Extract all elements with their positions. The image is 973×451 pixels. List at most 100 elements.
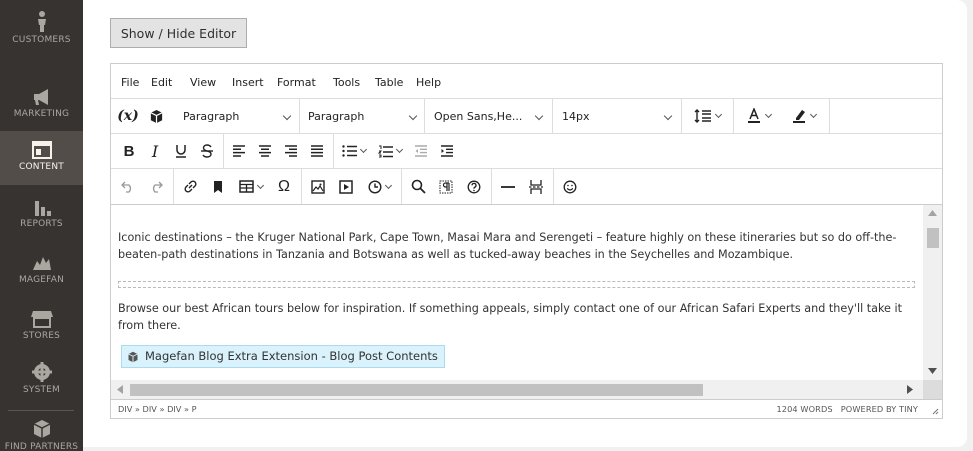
scroll-up-arrow-icon[interactable]: [928, 210, 937, 216]
chevron-down-icon: [764, 110, 772, 119]
menu-table[interactable]: Table: [375, 76, 403, 89]
undo-icon: [121, 181, 132, 193]
megaphone-icon: [33, 89, 48, 105]
special-character-button[interactable]: Ω: [271, 169, 297, 204]
align-right-button[interactable]: [279, 134, 303, 168]
nav-item-stores[interactable]: STORES: [0, 310, 83, 341]
strikethrough-icon: [201, 144, 213, 158]
background-color-button[interactable]: [781, 99, 825, 133]
store-icon: [30, 311, 53, 328]
nav-item-reports[interactable]: REPORTS: [0, 198, 83, 229]
nav-item-marketing[interactable]: MARKETING: [0, 88, 83, 119]
align-justify-button[interactable]: [305, 134, 329, 168]
text-color-icon: [747, 108, 760, 123]
insert-image-button[interactable]: [305, 169, 331, 204]
search-icon: [411, 179, 426, 194]
menu-edit[interactable]: Edit: [151, 76, 172, 89]
menu-tools[interactable]: Tools: [333, 76, 360, 89]
line-height-icon: [694, 109, 711, 123]
chevron-down-icon: [408, 111, 418, 121]
indent-icon: [441, 145, 453, 157]
underline-button[interactable]: [169, 134, 193, 168]
undo-button[interactable]: [115, 169, 141, 204]
style-format-select[interactable]: Paragraph: [300, 99, 423, 133]
resize-grip-icon[interactable]: [931, 407, 939, 415]
content-card: Show / Hide Editor File Edit View Insert…: [83, 0, 967, 447]
scroll-left-arrow-icon[interactable]: [117, 385, 123, 394]
font-size-select[interactable]: 14px: [554, 99, 679, 133]
powered-by-link[interactable]: POWERED BY TINY: [841, 404, 918, 414]
toolbar-separator: [333, 134, 334, 168]
word-count: 1204 WORDS: [776, 404, 833, 414]
menu-help[interactable]: Help: [416, 76, 441, 89]
content-paragraph: Browse our best African tours below for …: [118, 302, 902, 332]
wysiwyg-editor: File Edit View Insert Format Tools Table…: [110, 63, 943, 419]
link-icon: [183, 180, 197, 193]
menu-format[interactable]: Format: [277, 76, 316, 89]
menu-view[interactable]: View: [190, 76, 216, 89]
line-height-button[interactable]: [685, 99, 729, 133]
nav-item-system[interactable]: SYSTEM: [0, 362, 83, 395]
element-path[interactable]: DIV » DIV » DIV » P: [118, 404, 197, 414]
scroll-down-arrow-icon[interactable]: [928, 368, 937, 374]
text-color-button[interactable]: [737, 99, 779, 133]
anchor-button[interactable]: [205, 169, 231, 204]
align-justify-icon: [311, 145, 323, 157]
editor-content-area[interactable]: Iconic destinations – the Kruger Nationa…: [111, 205, 923, 380]
horizontal-scroll-thumb[interactable]: [130, 384, 703, 396]
bold-button[interactable]: B: [117, 134, 141, 168]
insert-datetime-button[interactable]: [361, 169, 397, 204]
media-icon: [339, 179, 353, 194]
align-left-button[interactable]: [227, 134, 251, 168]
page-break-button[interactable]: [523, 169, 549, 204]
align-left-icon: [233, 145, 245, 157]
strikethrough-button[interactable]: [195, 134, 219, 168]
horizontal-line-button[interactable]: [495, 169, 521, 204]
italic-button[interactable]: I: [143, 134, 167, 168]
show-hide-editor-button[interactable]: Show / Hide Editor: [110, 18, 247, 48]
nav-item-find-partners[interactable]: FIND PARTNERS: [0, 419, 83, 451]
font-family-select[interactable]: Open Sans,He...: [426, 99, 551, 133]
show-blocks-button[interactable]: [433, 169, 459, 204]
vertical-scrollbar[interactable]: [923, 205, 942, 380]
redo-icon: [152, 181, 163, 193]
insert-link-button[interactable]: [177, 169, 203, 204]
outdent-button[interactable]: [409, 134, 433, 168]
numbered-list-button[interactable]: [373, 134, 407, 168]
scroll-right-arrow-icon[interactable]: [907, 385, 913, 394]
toolbar-separator: [301, 169, 302, 204]
menu-file[interactable]: File: [121, 76, 139, 89]
align-center-button[interactable]: [253, 134, 277, 168]
emoticons-button[interactable]: [557, 169, 583, 204]
insert-widget-button[interactable]: [143, 99, 169, 133]
insert-media-button[interactable]: [333, 169, 359, 204]
underline-icon: [176, 145, 186, 158]
nav-item-magefan[interactable]: MAGEFAN: [0, 254, 83, 285]
blog-widget-placeholder[interactable]: Magefan Blog Extra Extension - Blog Post…: [121, 345, 445, 368]
image-icon: [311, 179, 325, 194]
insert-variable-button[interactable]: (x): [115, 99, 141, 133]
editor-menubar: File Edit View Insert Format Tools Table…: [111, 64, 942, 99]
pilcrow-icon: [439, 180, 453, 193]
find-replace-button[interactable]: [405, 169, 431, 204]
toolbar-separator: [681, 99, 682, 133]
chevron-down-icon: [395, 145, 404, 154]
help-button[interactable]: [461, 169, 487, 204]
bullet-list-button[interactable]: [337, 134, 371, 168]
block-format-select[interactable]: Paragraph: [175, 99, 297, 133]
toolbar-separator: [223, 134, 224, 168]
vertical-scroll-thumb[interactable]: [927, 228, 939, 248]
clock-icon: [367, 179, 382, 194]
indent-button[interactable]: [435, 134, 459, 168]
nav-item-content[interactable]: CONTENT: [0, 131, 83, 185]
chevron-down-icon: [359, 145, 368, 154]
bold-icon: B: [123, 142, 135, 160]
menu-insert[interactable]: Insert: [232, 76, 264, 89]
highlighter-icon: [792, 110, 805, 123]
nav-item-customers[interactable]: CUSTOMERS: [0, 10, 83, 45]
table-button[interactable]: [233, 169, 269, 204]
content-paragraph: Iconic destinations – the Kruger Nationa…: [118, 231, 897, 261]
editor-toolbar-row-2: B I: [111, 134, 942, 169]
redo-button[interactable]: [143, 169, 169, 204]
horizontal-scrollbar[interactable]: [111, 380, 923, 399]
